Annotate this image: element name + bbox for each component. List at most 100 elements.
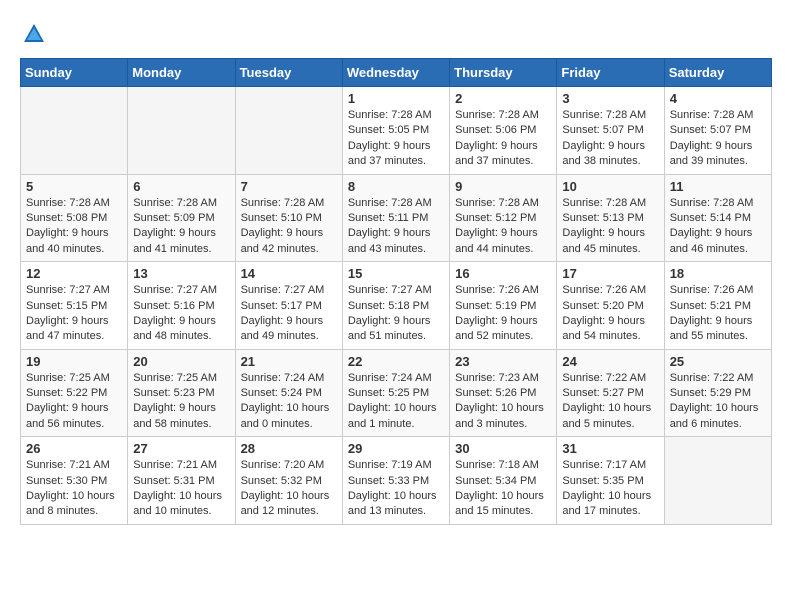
day-number: 23 [455, 354, 551, 369]
logo [20, 20, 52, 48]
day-info: Sunrise: 7:28 AM Sunset: 5:13 PM Dayligh… [562, 196, 658, 258]
day-number: 10 [562, 179, 658, 194]
week-row-3: 12Sunrise: 7:27 AM Sunset: 5:15 PM Dayli… [21, 262, 772, 350]
weekday-header-friday: Friday [557, 59, 664, 87]
day-number: 8 [348, 179, 444, 194]
calendar-header: SundayMondayTuesdayWednesdayThursdayFrid… [21, 59, 772, 87]
day-info: Sunrise: 7:28 AM Sunset: 5:14 PM Dayligh… [670, 196, 766, 258]
calendar-cell: 1Sunrise: 7:28 AM Sunset: 5:05 PM Daylig… [342, 87, 449, 175]
calendar-cell: 20 Sunrise: 7:25 AM Sunset: 5:23 PM Dayli… [128, 349, 235, 437]
weekday-header-row: SundayMondayTuesdayWednesdayThursdayFrid… [21, 59, 772, 87]
day-info: Sunrise: 7:25 AM Sunset: 5:23 PM Dayligh… [133, 371, 229, 433]
weekday-header-saturday: Saturday [664, 59, 771, 87]
day-info: Sunrise: 7:24 AM Sunset: 5:24 PM Dayligh… [241, 371, 337, 433]
calendar-cell: 8 Sunrise: 7:28 AM Sunset: 5:11 PM Daylig… [342, 174, 449, 262]
day-number: 31 [562, 441, 658, 456]
weekday-header-tuesday: Tuesday [235, 59, 342, 87]
day-info: Sunrise: 7:21 AM Sunset: 5:31 PM Dayligh… [133, 458, 229, 520]
day-number: 22 [348, 354, 444, 369]
day-number: 1 [348, 91, 444, 106]
day-info: Sunrise: 7:28 AM Sunset: 5:12 PM Dayligh… [455, 196, 551, 258]
calendar-cell [235, 87, 342, 175]
day-number: 17 [562, 266, 658, 281]
week-row-2: 5 Sunrise: 7:28 AM Sunset: 5:08 PM Daylig… [21, 174, 772, 262]
day-info: Sunrise: 7:22 AM Sunset: 5:29 PM Dayligh… [670, 371, 766, 433]
day-info: Sunrise: 7:26 AM Sunset: 5:21 PM Dayligh… [670, 283, 766, 345]
calendar-cell: 30Sunrise: 7:18 AM Sunset: 5:34 PM Dayli… [450, 437, 557, 525]
day-number: 9 [455, 179, 551, 194]
day-info: Sunrise: 7:21 AM Sunset: 5:30 PM Dayligh… [26, 458, 122, 520]
day-info: Sunrise: 7:28 AM Sunset: 5:08 PM Dayligh… [26, 196, 122, 258]
day-info: Sunrise: 7:23 AM Sunset: 5:26 PM Dayligh… [455, 371, 551, 433]
weekday-header-monday: Monday [128, 59, 235, 87]
day-number: 26 [26, 441, 122, 456]
calendar-cell: 18Sunrise: 7:26 AM Sunset: 5:21 PM Dayli… [664, 262, 771, 350]
day-number: 14 [241, 266, 337, 281]
day-info: Sunrise: 7:28 AM Sunset: 5:06 PM Dayligh… [455, 108, 551, 170]
calendar-cell: 27 Sunrise: 7:21 AM Sunset: 5:31 PM Dayli… [128, 437, 235, 525]
week-row-4: 19 Sunrise: 7:25 AM Sunset: 5:22 PM Dayli… [21, 349, 772, 437]
calendar-cell: 29 Sunrise: 7:19 AM Sunset: 5:33 PM Dayli… [342, 437, 449, 525]
calendar-cell: 24 Sunrise: 7:22 AM Sunset: 5:27 PM Dayli… [557, 349, 664, 437]
page-container: SundayMondayTuesdayWednesdayThursdayFrid… [0, 0, 792, 535]
calendar-cell: 12Sunrise: 7:27 AM Sunset: 5:15 PM Dayli… [21, 262, 128, 350]
day-info: Sunrise: 7:28 AM Sunset: 5:09 PM Dayligh… [133, 196, 229, 258]
day-number: 19 [26, 354, 122, 369]
day-number: 29 [348, 441, 444, 456]
calendar-cell: 13Sunrise: 7:27 AM Sunset: 5:16 PM Dayli… [128, 262, 235, 350]
week-row-5: 26 Sunrise: 7:21 AM Sunset: 5:30 PM Dayli… [21, 437, 772, 525]
calendar-cell: 23 Sunrise: 7:23 AM Sunset: 5:26 PM Dayli… [450, 349, 557, 437]
day-number: 6 [133, 179, 229, 194]
day-number: 3 [562, 91, 658, 106]
calendar-cell: 7 Sunrise: 7:28 AM Sunset: 5:10 PM Daylig… [235, 174, 342, 262]
day-info: Sunrise: 7:27 AM Sunset: 5:17 PM Dayligh… [241, 283, 337, 345]
day-number: 25 [670, 354, 766, 369]
day-number: 28 [241, 441, 337, 456]
day-info: Sunrise: 7:27 AM Sunset: 5:18 PM Dayligh… [348, 283, 444, 345]
header [20, 20, 772, 48]
day-number: 16 [455, 266, 551, 281]
calendar-cell [21, 87, 128, 175]
calendar-cell: 15 Sunrise: 7:27 AM Sunset: 5:18 PM Dayli… [342, 262, 449, 350]
day-info: Sunrise: 7:26 AM Sunset: 5:20 PM Dayligh… [562, 283, 658, 345]
calendar-cell: 17 Sunrise: 7:26 AM Sunset: 5:20 PM Dayli… [557, 262, 664, 350]
day-info: Sunrise: 7:25 AM Sunset: 5:22 PM Dayligh… [26, 371, 122, 433]
calendar-cell: 28 Sunrise: 7:20 AM Sunset: 5:32 PM Dayli… [235, 437, 342, 525]
day-info: Sunrise: 7:28 AM Sunset: 5:07 PM Dayligh… [670, 108, 766, 170]
day-info: Sunrise: 7:28 AM Sunset: 5:10 PM Dayligh… [241, 196, 337, 258]
day-number: 15 [348, 266, 444, 281]
day-number: 12 [26, 266, 122, 281]
calendar-cell: 21 Sunrise: 7:24 AM Sunset: 5:24 PM Dayli… [235, 349, 342, 437]
week-row-1: 1Sunrise: 7:28 AM Sunset: 5:05 PM Daylig… [21, 87, 772, 175]
day-number: 13 [133, 266, 229, 281]
day-number: 7 [241, 179, 337, 194]
calendar-cell: 22 Sunrise: 7:24 AM Sunset: 5:25 PM Dayli… [342, 349, 449, 437]
calendar-cell: 26 Sunrise: 7:21 AM Sunset: 5:30 PM Dayli… [21, 437, 128, 525]
weekday-header-sunday: Sunday [21, 59, 128, 87]
calendar-cell: 3 Sunrise: 7:28 AM Sunset: 5:07 PM Daylig… [557, 87, 664, 175]
day-info: Sunrise: 7:28 AM Sunset: 5:07 PM Dayligh… [562, 108, 658, 170]
calendar-cell: 10 Sunrise: 7:28 AM Sunset: 5:13 PM Dayli… [557, 174, 664, 262]
day-info: Sunrise: 7:19 AM Sunset: 5:33 PM Dayligh… [348, 458, 444, 520]
day-info: Sunrise: 7:28 AM Sunset: 5:11 PM Dayligh… [348, 196, 444, 258]
weekday-header-thursday: Thursday [450, 59, 557, 87]
calendar-cell: 9 Sunrise: 7:28 AM Sunset: 5:12 PM Daylig… [450, 174, 557, 262]
day-number: 27 [133, 441, 229, 456]
day-info: Sunrise: 7:24 AM Sunset: 5:25 PM Dayligh… [348, 371, 444, 433]
day-info: Sunrise: 7:26 AM Sunset: 5:19 PM Dayligh… [455, 283, 551, 345]
calendar-cell: 11 Sunrise: 7:28 AM Sunset: 5:14 PM Dayli… [664, 174, 771, 262]
day-info: Sunrise: 7:17 AM Sunset: 5:35 PM Dayligh… [562, 458, 658, 520]
day-number: 5 [26, 179, 122, 194]
calendar-body: 1Sunrise: 7:28 AM Sunset: 5:05 PM Daylig… [21, 87, 772, 525]
day-number: 4 [670, 91, 766, 106]
calendar-cell [128, 87, 235, 175]
day-info: Sunrise: 7:20 AM Sunset: 5:32 PM Dayligh… [241, 458, 337, 520]
day-number: 24 [562, 354, 658, 369]
day-number: 11 [670, 179, 766, 194]
day-info: Sunrise: 7:22 AM Sunset: 5:27 PM Dayligh… [562, 371, 658, 433]
calendar-cell: 25 Sunrise: 7:22 AM Sunset: 5:29 PM Dayli… [664, 349, 771, 437]
day-number: 21 [241, 354, 337, 369]
day-number: 20 [133, 354, 229, 369]
day-info: Sunrise: 7:18 AM Sunset: 5:34 PM Dayligh… [455, 458, 551, 520]
calendar-cell: 19 Sunrise: 7:25 AM Sunset: 5:22 PM Dayli… [21, 349, 128, 437]
